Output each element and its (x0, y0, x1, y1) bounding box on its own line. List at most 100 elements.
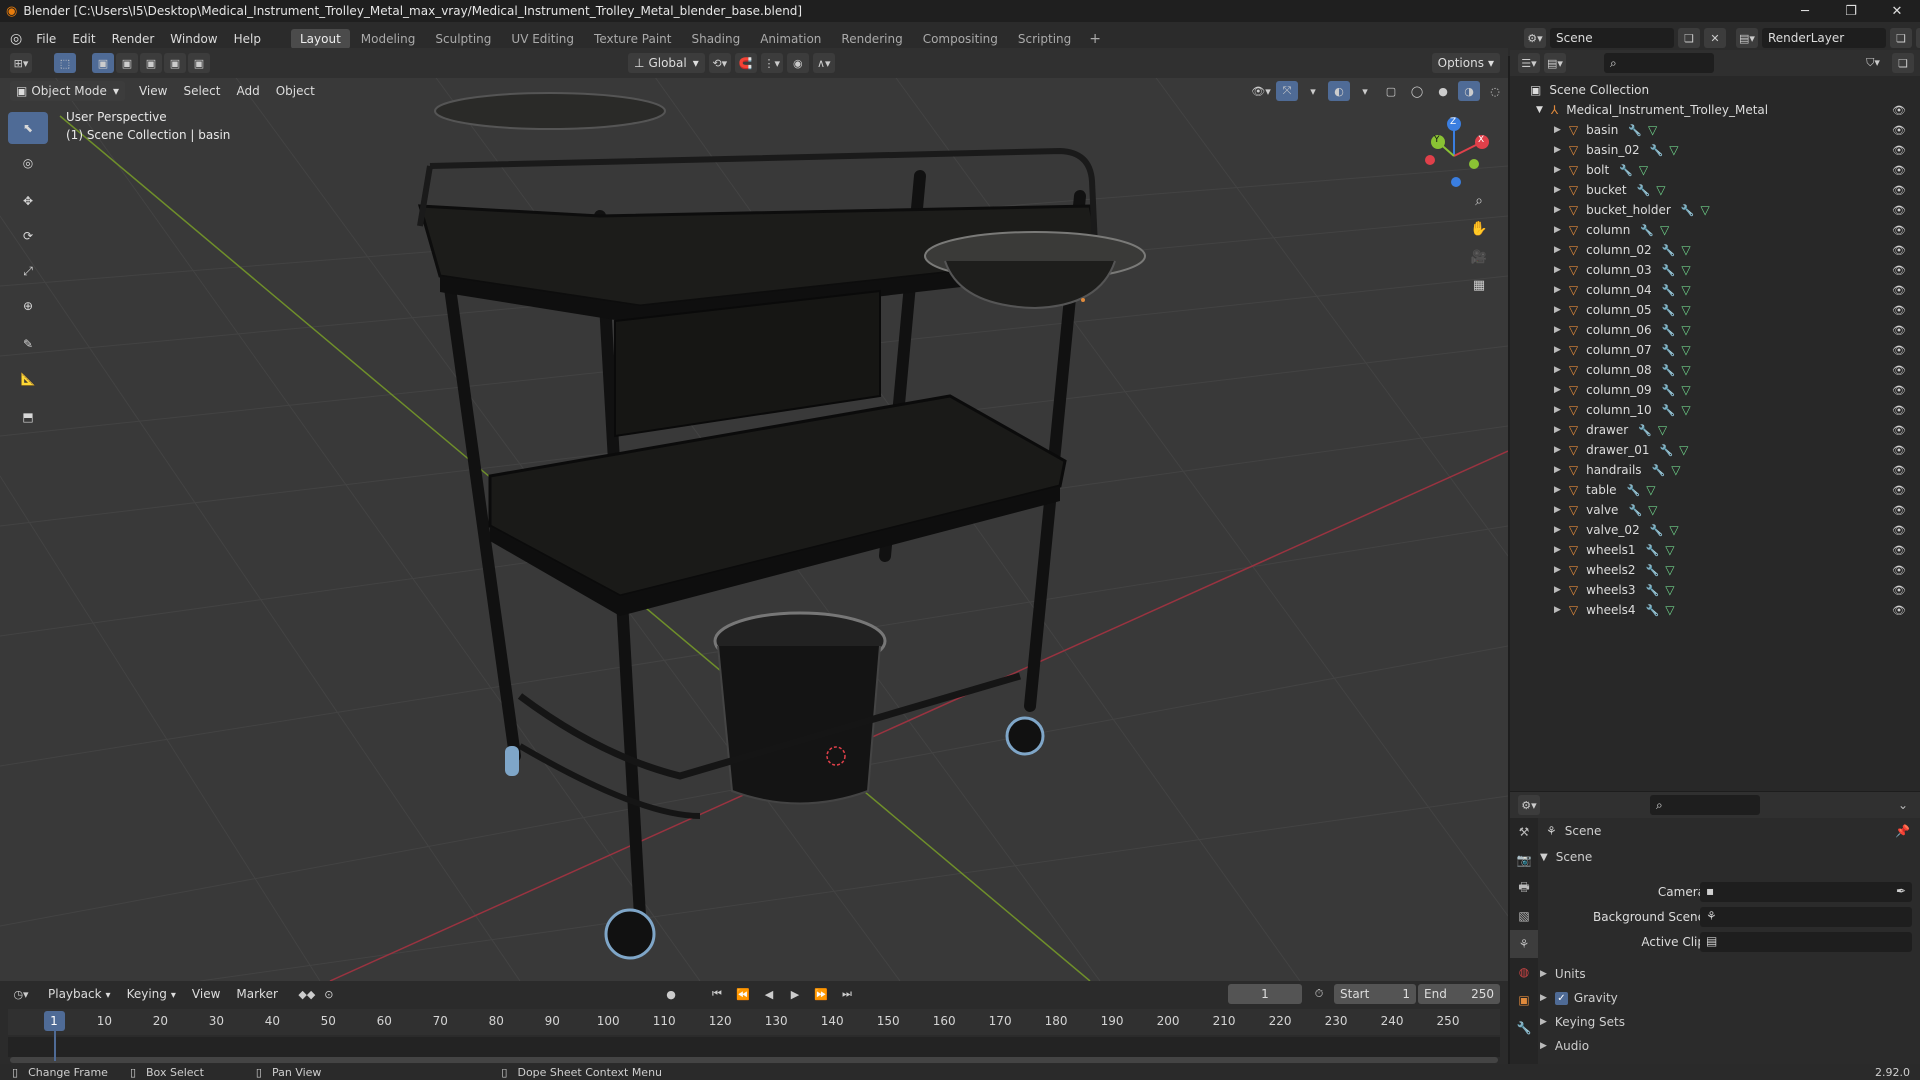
tab-layout[interactable]: Layout (290, 29, 350, 49)
section-audio[interactable]: ▶ Audio (1540, 1034, 1910, 1058)
outliner-search-input[interactable]: ⌕ (1604, 53, 1714, 73)
outliner-object-row[interactable]: ▶ ▽ basin_02 🔧 ▽ 👁 (1510, 140, 1920, 160)
mesh-data-icon[interactable]: ▽ (1701, 203, 1710, 217)
select-subtract-icon[interactable]: ▣ (140, 53, 162, 73)
outliner-object-row[interactable]: ▶ ▽ valve_02 🔧 ▽ 👁 (1510, 520, 1920, 540)
chevron-right-icon[interactable]: ▶ (1554, 525, 1561, 535)
filter-icon[interactable]: ⛉▾ (1862, 53, 1884, 73)
keyframe-icon[interactable]: ◆◆ (296, 984, 318, 1004)
modifier-tab-icon[interactable]: 🔧 (1510, 1014, 1538, 1042)
mesh-data-icon[interactable]: ▽ (1648, 503, 1657, 517)
outliner-object-row[interactable]: ▶ ▽ drawer 🔧 ▽ 👁 (1510, 420, 1920, 440)
modifier-wrench-icon[interactable]: 🔧 (1619, 164, 1633, 177)
mesh-data-icon[interactable]: ▽ (1681, 263, 1690, 277)
modifier-wrench-icon[interactable]: 🔧 (1637, 184, 1651, 197)
mesh-data-icon[interactable]: ▽ (1681, 323, 1690, 337)
visibility-eye-icon[interactable]: 👁 (1892, 304, 1906, 317)
scene-tab-icon[interactable]: ⚘ (1510, 930, 1538, 958)
chevron-right-icon[interactable]: ▶ (1554, 325, 1561, 335)
keying-set-icon[interactable]: ⊙ (318, 984, 340, 1004)
visibility-eye-icon[interactable]: 👁 (1892, 204, 1906, 217)
scale-tool[interactable]: ⤢ (8, 255, 48, 287)
outliner-object-row[interactable]: ▶ ▽ handrails 🔧 ▽ 👁 (1510, 460, 1920, 480)
mesh-data-icon[interactable]: ▽ (1679, 443, 1688, 457)
3d-viewport[interactable]: User Perspective (1) Scene Collection | … (0, 56, 1508, 981)
chevron-right-icon[interactable]: ▶ (1554, 145, 1561, 155)
world-tab-icon[interactable]: ◍ (1510, 958, 1538, 986)
blender-menu-icon[interactable]: ◎ (10, 31, 22, 47)
outliner-object-row[interactable]: ▶ ▽ column 🔧 ▽ 👁 (1510, 220, 1920, 240)
chevron-down-icon[interactable]: ⌄ (1898, 798, 1908, 812)
tool-tab-icon[interactable]: ⚒ (1510, 818, 1538, 846)
maximize-button[interactable]: ❐ (1828, 0, 1874, 22)
output-tab-icon[interactable]: 🖶 (1510, 874, 1538, 902)
outliner-object-row[interactable]: ▶ ▽ column_06 🔧 ▽ 👁 (1510, 320, 1920, 340)
measure-tool[interactable]: 📐 (8, 363, 48, 395)
chevron-right-icon[interactable]: ▶ (1554, 305, 1561, 315)
tab-uv-editing[interactable]: UV Editing (502, 29, 583, 49)
modifier-wrench-icon[interactable]: 🔧 (1652, 464, 1666, 477)
mesh-data-icon[interactable]: ▽ (1681, 343, 1690, 357)
gizmo-toggle-icon[interactable]: ⤧ (1276, 81, 1298, 101)
jump-end-icon[interactable]: ⏭ (836, 984, 858, 1004)
tab-rendering[interactable]: Rendering (832, 29, 911, 49)
chevron-right-icon[interactable]: ▶ (1554, 265, 1561, 275)
tab-modeling[interactable]: Modeling (352, 29, 425, 49)
visibility-eye-icon[interactable]: 👁 (1892, 504, 1906, 517)
wireframe-shading-icon[interactable]: ◯ (1406, 81, 1428, 101)
play-icon[interactable]: ▶ (784, 984, 806, 1004)
background-scene-field[interactable]: ⚘ (1700, 907, 1912, 927)
play-reverse-icon[interactable]: ◀ (758, 984, 780, 1004)
visibility-eye-icon[interactable]: 👁 (1892, 584, 1906, 597)
chevron-right-icon[interactable]: ▶ (1554, 125, 1561, 135)
solid-shading-icon[interactable]: ● (1432, 81, 1454, 101)
select-invert-icon[interactable]: ▣ (164, 53, 186, 73)
snap-icon[interactable]: 🧲 (734, 53, 757, 73)
chevron-right-icon[interactable]: ▶ (1554, 545, 1561, 555)
mesh-data-icon[interactable]: ▽ (1639, 163, 1648, 177)
prev-keyframe-icon[interactable]: ⏪ (732, 984, 754, 1004)
editor-type-icon[interactable]: ⊞▾ (10, 53, 32, 73)
outliner-scene-collection[interactable]: ▣ Scene Collection (1510, 80, 1920, 100)
properties-editor-type-icon[interactable]: ⚙▾ (1518, 795, 1540, 815)
minimize-button[interactable]: ─ (1782, 0, 1828, 22)
mesh-data-icon[interactable]: ▽ (1665, 603, 1674, 617)
timeline-scrollbar[interactable] (10, 1057, 1498, 1063)
visibility-eye-icon[interactable]: 👁 (1892, 324, 1906, 337)
outliner-object-row[interactable]: ▶ ▽ valve 🔧 ▽ 👁 (1510, 500, 1920, 520)
falloff-icon[interactable]: ∧▾ (812, 53, 835, 73)
modifier-wrench-icon[interactable]: 🔧 (1646, 544, 1660, 557)
menu-render[interactable]: Render (104, 28, 163, 50)
section-keying-sets[interactable]: ▶ Keying Sets (1540, 1010, 1910, 1034)
overlays-dropdown-icon[interactable]: ▾ (1354, 81, 1376, 101)
add-cube-tool[interactable]: ⬒ (8, 401, 48, 433)
end-frame-field[interactable]: End 250 (1418, 984, 1500, 1004)
select-extend-icon[interactable]: ▣ (116, 53, 138, 73)
chevron-right-icon[interactable]: ▶ (1554, 585, 1561, 595)
new-scene-icon[interactable]: ❏ (1678, 28, 1700, 48)
outliner-collection-row[interactable]: ▼ ⅄ Medical_Instrument_Trolley_Metal 👁 (1510, 100, 1920, 120)
annotate-tool[interactable]: ✎ (8, 328, 48, 360)
transform-tool[interactable]: ⊕ (8, 290, 48, 322)
modifier-wrench-icon[interactable]: 🔧 (1662, 244, 1676, 257)
chevron-right-icon[interactable]: ▶ (1554, 445, 1561, 455)
scene-browse-icon[interactable]: ⚙▾ (1524, 28, 1546, 48)
visibility-eye-icon[interactable]: 👁 (1892, 464, 1906, 477)
outliner-object-row[interactable]: ▶ ▽ column_05 🔧 ▽ 👁 (1510, 300, 1920, 320)
visibility-eye-icon[interactable]: 👁 (1892, 164, 1906, 177)
mesh-data-icon[interactable]: ▽ (1681, 283, 1690, 297)
visibility-eye-icon[interactable]: 👁 (1892, 144, 1906, 157)
active-clip-field[interactable]: ▤ (1700, 932, 1912, 952)
modifier-wrench-icon[interactable]: 🔧 (1650, 144, 1664, 157)
tab-shading[interactable]: Shading (682, 29, 749, 49)
visibility-eye-icon[interactable]: 👁 (1892, 524, 1906, 537)
camera-view-icon[interactable]: 🎥 (1468, 247, 1490, 267)
timeline-menu-marker[interactable]: Marker (228, 983, 285, 1005)
delete-scene-icon[interactable]: ✕ (1704, 28, 1726, 48)
outliner-object-row[interactable]: ▶ ▽ drawer_01 🔧 ▽ 👁 (1510, 440, 1920, 460)
timeline-menu-playback[interactable]: Playback ▾ (40, 983, 119, 1005)
delete-renderlayer-icon[interactable]: ✕ (1916, 28, 1920, 48)
menu-edit[interactable]: Edit (64, 28, 103, 50)
visibility-eye-icon[interactable]: 👁 (1892, 384, 1906, 397)
mesh-data-icon[interactable]: ▽ (1681, 383, 1690, 397)
